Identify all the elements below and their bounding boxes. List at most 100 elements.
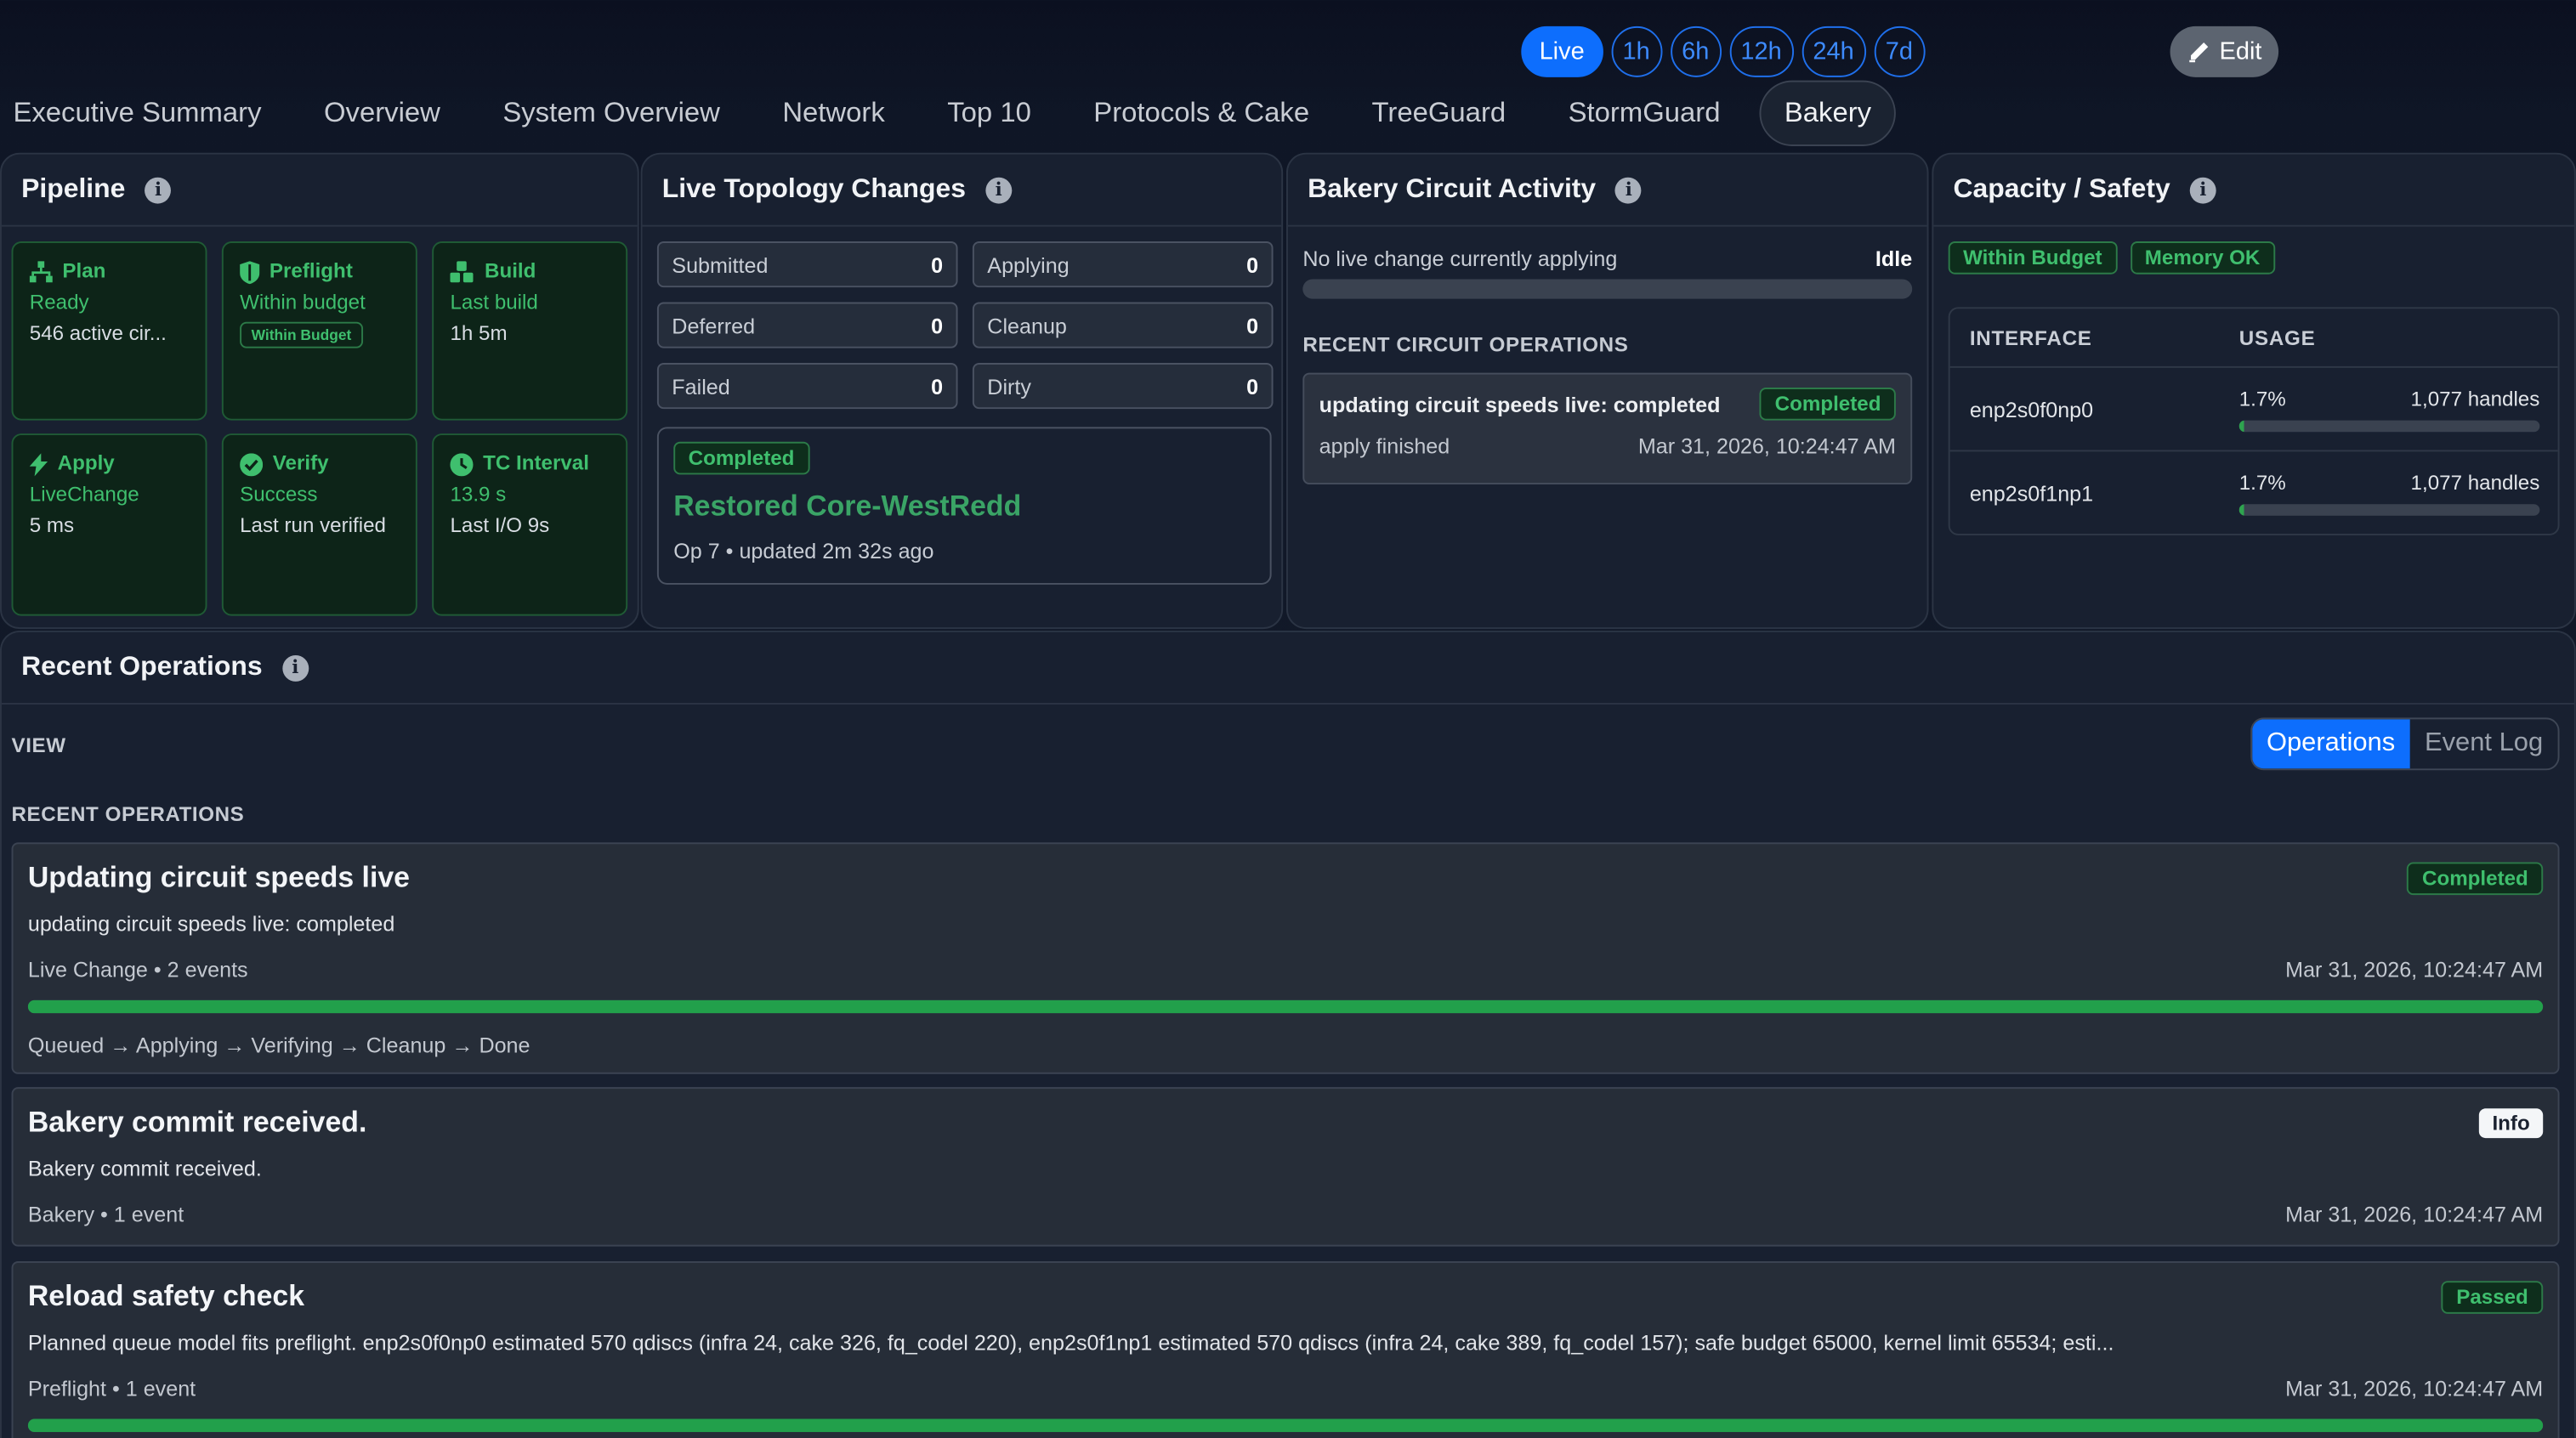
- live-topology-title: Live Topology Changes: [661, 173, 966, 204]
- tab-overview[interactable]: Overview: [311, 81, 454, 146]
- edit-button-label: Edit: [2219, 37, 2262, 66]
- status-badge: Completed: [673, 441, 809, 475]
- info-icon[interactable]: i: [2189, 176, 2216, 203]
- interface-name: enp2s0f0np0: [1969, 396, 2094, 422]
- range-live-button[interactable]: Live: [1521, 25, 1603, 77]
- operation-item[interactable]: Updating circuit speeds live Completed u…: [11, 842, 2560, 1074]
- info-icon[interactable]: i: [1615, 176, 1643, 203]
- edit-button[interactable]: Edit: [2170, 25, 2278, 77]
- live-topology-header: Live Topology Changes i: [642, 155, 1282, 227]
- usage-fill: [2238, 504, 2244, 516]
- view-toggle: Operations Event Log: [2250, 717, 2560, 771]
- step-title: Verify: [272, 451, 329, 475]
- pipeline-step-verify: Verify Success Last run verified: [221, 433, 417, 616]
- table-row: enp2s0f1np1 1.7% 1,077 handles: [1950, 451, 2558, 535]
- counter-value: 0: [1246, 373, 1259, 399]
- counter-value: 0: [1246, 313, 1259, 338]
- tab-treeguard[interactable]: TreeGuard: [1359, 81, 1519, 146]
- step-title: Apply: [57, 451, 115, 475]
- pipeline-header: Pipeline i: [1, 155, 638, 227]
- range-7d-button[interactable]: 7d: [1873, 25, 1925, 77]
- operations-view-button[interactable]: Operations: [2251, 719, 2410, 769]
- range-6h-button[interactable]: 6h: [1670, 25, 1722, 77]
- pipeline-card: Pipeline i Plan Ready 546 active cir... …: [0, 152, 639, 630]
- usage-cell: 1.7% 1,077 handles: [2238, 471, 2558, 516]
- pipeline-step-build: Build Last build 1h 5m: [432, 241, 628, 421]
- step-status: Last build: [450, 291, 538, 314]
- circuit-activity-card: Bakery Circuit Activity i No live change…: [1285, 152, 1929, 630]
- usage-cell: 1.7% 1,077 handles: [2238, 387, 2558, 432]
- range-1h-button[interactable]: 1h: [1610, 25, 1662, 77]
- tab-stormguard[interactable]: StormGuard: [1555, 81, 1733, 146]
- counter-label: Applying: [987, 252, 1070, 277]
- pipeline-step-preflight: Preflight Within budget Within Budget: [221, 241, 417, 421]
- shield-icon: [240, 260, 260, 284]
- info-icon[interactable]: i: [985, 176, 1013, 203]
- recent-operations-label: RECENT OPERATIONS: [11, 802, 245, 826]
- capacity-header: Capacity / Safety i: [1933, 155, 2574, 227]
- circuit-op-title: updating circuit speeds live: completed: [1319, 391, 1721, 416]
- status-badge: Completed: [2407, 861, 2544, 895]
- range-24h-button[interactable]: 24h: [1801, 25, 1866, 77]
- tab-network[interactable]: Network: [769, 81, 898, 146]
- progress-fill: [27, 1418, 2544, 1432]
- counter-label: Failed: [672, 373, 730, 399]
- counter-label: Submitted: [672, 252, 769, 277]
- step-status: Within budget: [240, 291, 366, 314]
- pipeline-step-tc-interval: TC Interval 13.9 s Last I/O 9s: [432, 433, 628, 616]
- operation-title: Bakery commit received.: [27, 1105, 367, 1139]
- info-icon[interactable]: i: [281, 654, 309, 681]
- capacity-safety-card: Capacity / Safety i Within Budget Memory…: [1932, 152, 2576, 630]
- counter-deferred: Deferred 0: [656, 302, 958, 348]
- counter-value: 0: [1246, 252, 1259, 277]
- column-usage: USAGE: [2238, 326, 2316, 349]
- tab-executive-summary[interactable]: Executive Summary: [0, 81, 275, 146]
- tab-protocols-cake[interactable]: Protocols & Cake: [1081, 81, 1323, 146]
- usage-percent: 1.7%: [2238, 471, 2286, 495]
- status-badge: Completed: [1760, 388, 1896, 421]
- operation-flow: Queued → Applying → Verifying → Cleanup …: [27, 1033, 531, 1058]
- operation-item[interactable]: Reload safety check Passed Planned queue…: [11, 1261, 2560, 1438]
- status-badge: Passed: [2441, 1280, 2544, 1313]
- capacity-table: INTERFACE USAGE enp2s0f0np0 1.7% 1,077 ha…: [1948, 307, 2560, 535]
- usage-fill: [2238, 419, 2244, 432]
- event-log-view-button[interactable]: Event Log: [2410, 719, 2558, 768]
- memory-ok-badge: Memory OK: [2130, 241, 2275, 275]
- counter-value: 0: [931, 313, 944, 338]
- operation-meta: Bakery • 1 event: [27, 1202, 184, 1227]
- table-row: enp2s0f0np0 1.7% 1,077 handles: [1949, 368, 2558, 452]
- counter-label: Dirty: [987, 373, 1031, 399]
- step-detail: 1h 5m: [450, 321, 508, 345]
- operation-description: Bakery commit received.: [27, 1156, 262, 1181]
- counter-value: 0: [931, 252, 944, 277]
- step-detail: Last run verified: [240, 513, 386, 537]
- range-12h-button[interactable]: 12h: [1728, 25, 1794, 77]
- tab-top-10[interactable]: Top 10: [934, 81, 1045, 146]
- recent-circuit-ops-label: RECENT CIRCUIT OPERATIONS: [1302, 333, 1629, 357]
- interface-name: enp2s0f1np1: [1969, 481, 2094, 507]
- info-icon[interactable]: i: [145, 176, 172, 203]
- clock-icon: [450, 452, 474, 476]
- operation-title: Updating circuit speeds live: [27, 860, 410, 894]
- circuit-operation[interactable]: updating circuit speeds live: completed …: [1302, 372, 1913, 485]
- step-title: Build: [485, 259, 536, 283]
- pipeline-step-plan: Plan Ready 546 active cir...: [11, 241, 207, 421]
- step-status: Ready: [29, 291, 89, 314]
- tab-system-overview[interactable]: System Overview: [490, 81, 733, 146]
- operation-title: Reload safety check: [27, 1279, 305, 1312]
- topology-operation[interactable]: Completed Restored Core-WestRedd Op 7 • …: [656, 427, 1272, 585]
- operation-item[interactable]: Bakery commit received. Info Bakery comm…: [11, 1087, 2560, 1247]
- counter-cleanup: Cleanup 0: [972, 302, 1274, 348]
- circuit-status-row: No live change currently applying Idle: [1302, 246, 1912, 271]
- check-circle-icon: [240, 452, 264, 476]
- step-status: 13.9 s: [450, 483, 507, 507]
- tab-bakery[interactable]: Bakery: [1759, 80, 1897, 146]
- operation-progress-bar: [27, 1418, 2544, 1432]
- usage-handles: 1,077 handles: [2410, 471, 2540, 495]
- time-range-selector: Live 1h 6h 12h 24h 7d: [1521, 25, 1925, 77]
- recent-operations-title: Recent Operations: [21, 652, 263, 682]
- cubes-icon: [450, 261, 474, 283]
- step-title: Plan: [62, 259, 106, 283]
- counter-submitted: Submitted 0: [656, 241, 958, 288]
- within-budget-badge: Within Budget: [240, 321, 363, 348]
